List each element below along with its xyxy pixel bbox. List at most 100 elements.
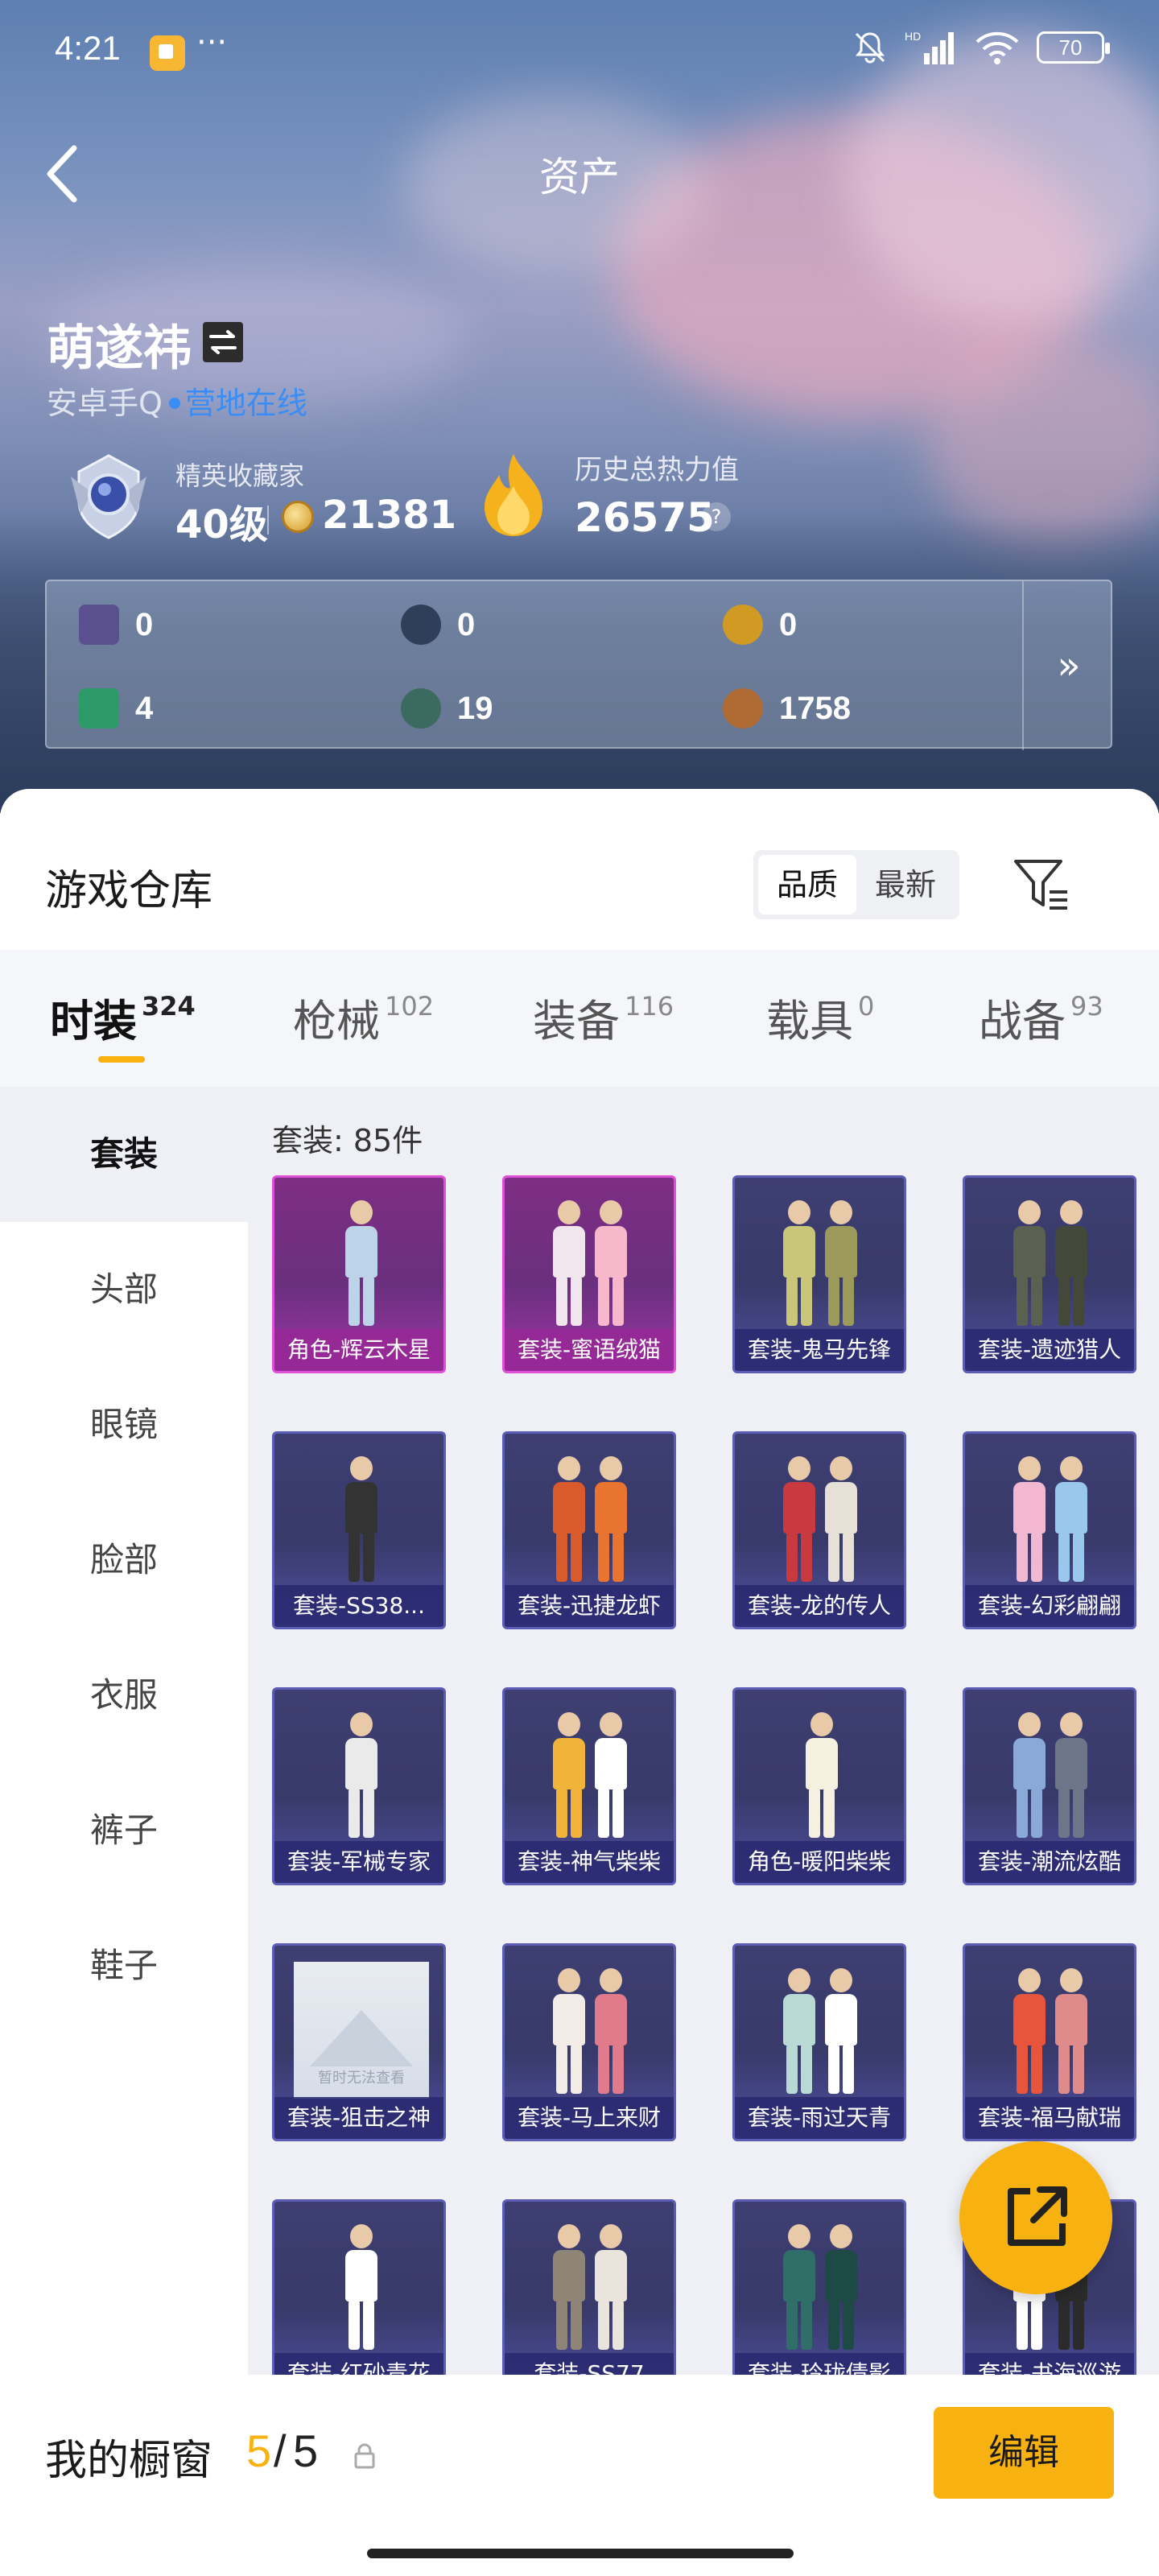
currency-value: 1758 xyxy=(779,690,851,726)
sidebar-item-face[interactable]: 脸部 xyxy=(0,1492,248,1628)
outfit-figure-icon xyxy=(997,1962,1107,2099)
item-label: 套装-幻彩翩翩 xyxy=(965,1585,1134,1627)
item-card[interactable]: 角色-暖阳柴柴 xyxy=(732,1687,906,1885)
currency-item: 0 xyxy=(723,601,797,649)
item-card[interactable]: 暂时无法查看 套装-狙击之神 xyxy=(272,1943,446,2141)
dark-coin-icon xyxy=(401,605,441,645)
expand-currencies-button[interactable]: » xyxy=(1022,581,1114,750)
edit-button[interactable]: 编辑 xyxy=(934,2407,1114,2499)
notification-app-icon xyxy=(150,35,185,71)
tab-weapons[interactable]: 枪械 102 xyxy=(293,985,434,1049)
item-card[interactable]: 套装-SS38... xyxy=(272,1431,446,1629)
currency-panel[interactable]: 0 0 0 4 19 1758 » xyxy=(45,580,1114,750)
mute-bell-icon xyxy=(855,32,885,64)
currency-value: 0 xyxy=(135,606,154,642)
tab-count: 0 xyxy=(858,991,875,1022)
coin-value: 21381 xyxy=(322,493,456,538)
tab-label: 载具 xyxy=(766,996,853,1046)
item-card[interactable]: 套装-幻彩翩翩 xyxy=(963,1431,1136,1629)
outfit-figure-icon xyxy=(767,1706,876,1843)
item-label: 套装-迅捷龙虾 xyxy=(505,1585,674,1627)
item-card[interactable]: 套装-迅捷龙虾 xyxy=(502,1431,676,1629)
currency-value: 0 xyxy=(779,606,798,642)
item-card[interactable]: 套装-红砂青花 xyxy=(272,2199,446,2397)
sidebar: 套装 头部 眼镜 脸部 衣服 裤子 鞋子 xyxy=(0,1087,248,2576)
sort-quality-button[interactable]: 品质 xyxy=(758,855,856,914)
more-notifications-icon: ··· xyxy=(196,24,228,61)
sidebar-item-glasses[interactable]: 眼镜 xyxy=(0,1357,248,1492)
outfit-figure-icon xyxy=(537,1962,646,2099)
showcase-total: 5 xyxy=(293,2425,319,2476)
tab-label: 战备 xyxy=(979,996,1066,1046)
sidebar-item-suits[interactable]: 套装 xyxy=(0,1087,248,1222)
coin-icon xyxy=(282,501,314,533)
rank-level: 40级 xyxy=(175,502,268,547)
warehouse-title: 游戏仓库 xyxy=(45,867,213,915)
tab-fashion[interactable]: 时装 324 xyxy=(50,985,196,1049)
outfit-figure-icon xyxy=(997,1194,1107,1331)
showcase-title: 我的橱窗 xyxy=(45,2437,213,2485)
rank-badge-icon[interactable] xyxy=(64,452,153,541)
signal-icon: HD xyxy=(905,30,954,64)
item-card[interactable]: 套装-蜜语绒猫 xyxy=(502,1175,676,1373)
item-label: 套装-福马献瑞 xyxy=(965,2097,1134,2139)
item-card[interactable]: 套装-SS77 xyxy=(502,2199,676,2397)
item-card[interactable]: 套装-军械专家 xyxy=(272,1687,446,1885)
item-card[interactable]: 套装-福马献瑞 xyxy=(963,1943,1136,2141)
tab-label: 时装 xyxy=(50,996,137,1046)
tab-equipment[interactable]: 装备 116 xyxy=(533,985,674,1049)
item-card[interactable]: 套装-潮流炫酷 xyxy=(963,1687,1136,1885)
sidebar-item-clothes[interactable]: 衣服 xyxy=(0,1628,248,1763)
item-card[interactable]: 套装-马上来财 xyxy=(502,1943,676,2141)
tab-supplies[interactable]: 战备 93 xyxy=(979,985,1103,1049)
sidebar-item-head[interactable]: 头部 xyxy=(0,1222,248,1357)
share-button[interactable] xyxy=(959,2141,1112,2294)
item-label: 套装-狙击之神 xyxy=(274,2097,443,2139)
online-status: 营地在线 xyxy=(184,386,307,421)
sidebar-item-pants[interactable]: 裤子 xyxy=(0,1763,248,1898)
purple-card-icon xyxy=(79,605,119,645)
outfit-figure-icon xyxy=(767,1450,876,1587)
divider xyxy=(267,506,269,535)
item-card[interactable]: 套装-雨过天青 xyxy=(732,1943,906,2141)
online-dot-icon xyxy=(168,397,180,409)
item-card[interactable]: 套装-玲珑倩影 xyxy=(732,2199,906,2397)
showcase-current: 5 xyxy=(246,2425,272,2476)
tab-vehicles[interactable]: 载具 0 xyxy=(766,985,874,1049)
tab-count: 102 xyxy=(385,991,435,1022)
outfit-figure-icon xyxy=(767,2218,876,2355)
item-card[interactable]: 套装-神气柴柴 xyxy=(502,1687,676,1885)
tab-count: 93 xyxy=(1070,991,1103,1022)
item-label: 套装-军械专家 xyxy=(274,1841,443,1883)
item-label: 角色-辉云木星 xyxy=(274,1329,443,1371)
item-label: 套装-雨过天青 xyxy=(735,2097,904,2139)
item-card[interactable]: 角色-辉云木星 xyxy=(272,1175,446,1373)
item-card[interactable]: 套装-遗迹猎人 xyxy=(963,1175,1136,1373)
outfit-figure-icon xyxy=(307,2218,416,2355)
item-label: 套装-SS38... xyxy=(274,1585,443,1627)
currency-item: 0 xyxy=(401,601,475,649)
currency-item: 4 xyxy=(79,684,153,733)
outfit-figure-icon xyxy=(767,1962,876,2099)
item-label: 套装-遗迹猎人 xyxy=(965,1329,1134,1371)
item-card[interactable]: 套装-鬼马先锋 xyxy=(732,1175,906,1373)
platform-line: 安卓手Q 营地在线 xyxy=(47,378,307,423)
currency-item: 19 xyxy=(401,684,493,733)
tab-count: 324 xyxy=(142,991,196,1022)
battery-icon: 70 xyxy=(1037,31,1110,64)
status-time: 4:21 xyxy=(55,29,121,67)
switch-account-icon[interactable] xyxy=(203,322,243,362)
item-label: 角色-暖阳柴柴 xyxy=(735,1841,904,1883)
hero-banner: 4:21 ··· HD 70 资产 萌遂祎 安卓手Q 营地在线 精英收藏家 40级… xyxy=(0,0,1159,813)
sidebar-item-shoes[interactable]: 鞋子 xyxy=(0,1898,248,2033)
filter-icon[interactable] xyxy=(1011,855,1072,916)
outfit-figure-icon xyxy=(997,1706,1107,1843)
item-label: 套装-神气柴柴 xyxy=(505,1841,674,1883)
currency-value: 4 xyxy=(135,690,154,726)
help-icon[interactable]: ? xyxy=(702,502,731,531)
heat-label: 历史总热力值 xyxy=(575,454,739,486)
item-grid: 套装: 85件 角色-辉云木星 套装-蜜语绒猫 套装-鬼马先锋 套装-遗迹猎人 套装-S… xyxy=(248,1087,1159,2576)
item-card[interactable]: 套装-龙的传人 xyxy=(732,1431,906,1629)
sort-newest-button[interactable]: 最新 xyxy=(856,855,955,914)
green-orb-icon xyxy=(401,688,441,729)
